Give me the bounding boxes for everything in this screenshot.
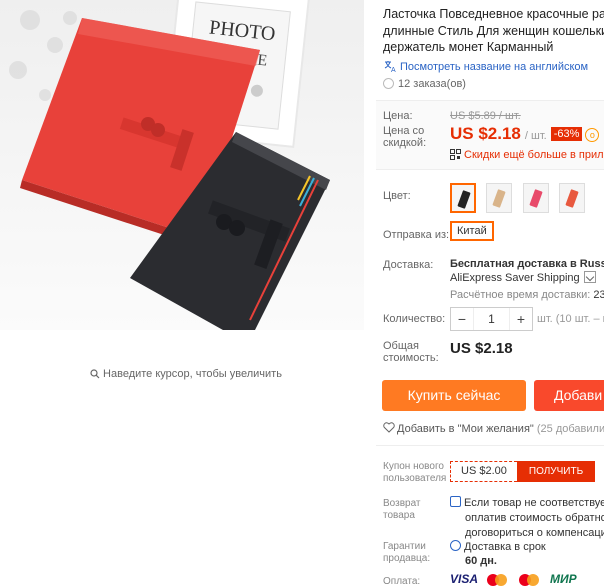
divider xyxy=(376,445,604,446)
clock-icon xyxy=(450,540,461,551)
quantity-available: шт. (10 шт. – м xyxy=(537,313,604,325)
title-line-1: Ласточка Повседневное красочные раз xyxy=(383,7,604,21)
delivery-info[interactable]: Бесплатная доставка в Russian AliExpress… xyxy=(450,257,604,285)
returns-info: Если товар не соответствует о оплатив ст… xyxy=(450,496,604,541)
color-swatch-beige[interactable] xyxy=(486,183,513,213)
product-info-panel: Ласточка Повседневное красочные раз длин… xyxy=(376,0,604,586)
quantity-plus-button[interactable]: + xyxy=(510,308,532,330)
buy-now-button[interactable]: Купить сейчас xyxy=(382,380,526,411)
guarantee-line-1: Доставка в срок xyxy=(464,541,546,553)
info-circle-icon[interactable]: o xyxy=(585,128,600,142)
discount-price: US $2.18/ шт. -63% o xyxy=(450,124,600,144)
add-to-wishlist[interactable]: Добавить в "Мои желания" (25 добавили) xyxy=(383,422,604,435)
translate-title-link[interactable]: A Посмотреть название на английском xyxy=(383,59,589,74)
mastercard-logo xyxy=(487,572,509,586)
visa-logo: VISA xyxy=(450,572,479,586)
coupon-value: US $2.00 xyxy=(450,461,517,482)
color-label: Цвет: xyxy=(383,190,411,202)
svg-text:A: A xyxy=(391,67,396,73)
ship-from-label: Отправка из: xyxy=(383,229,450,241)
translate-title-text: Посмотреть название на английском xyxy=(400,61,589,73)
delivery-time-label: Расчётное время доставки: xyxy=(450,289,591,301)
maestro-logo xyxy=(518,572,541,586)
title-line-2: длинные Стиль Для женщин кошельки xyxy=(383,23,604,38)
coupon-label: Купон нового пользователя xyxy=(383,461,447,484)
quantity-minus-button[interactable]: − xyxy=(451,308,473,330)
discount-price-label: Цена со скидкой: xyxy=(383,125,427,149)
returns-line-1: Если товар не соответствует о xyxy=(464,497,604,509)
quantity-label: Количество: xyxy=(383,313,446,325)
add-to-cart-button[interactable]: Добави xyxy=(534,380,604,411)
mir-logo: МИР xyxy=(550,572,577,586)
returns-line-2: оплатив стоимость обратной xyxy=(465,512,604,524)
total-label: Общая стоимость: xyxy=(383,340,439,364)
color-swatch-red[interactable] xyxy=(559,183,586,213)
translate-icon: A xyxy=(384,61,396,74)
discount-price-value: US $2.18 xyxy=(450,124,521,143)
quantity-input[interactable]: 1 xyxy=(473,308,510,330)
guarantee-label: Гарантии продавца: xyxy=(383,541,431,564)
heart-icon xyxy=(383,422,395,433)
delivery-time-value: 23-32 xyxy=(593,289,604,301)
payment-label: Оплата: xyxy=(383,576,421,586)
returns-line-3: договориться о компенсации xyxy=(465,527,604,539)
discount-badge: -63% xyxy=(550,127,583,141)
wishlist-text: Добавить в "Мои желания" xyxy=(397,423,534,435)
more-discount-text: Скидки ещё больше в прило xyxy=(464,149,604,161)
quantity-control: − 1 + шт. (10 шт. – м xyxy=(450,307,604,331)
return-box-icon xyxy=(450,496,461,507)
total-value: US $2.18 xyxy=(450,340,513,357)
color-swatches xyxy=(450,183,592,213)
zoom-hint: Наведите курсор, чтобы увеличить xyxy=(0,368,372,380)
wishlist-count: (25 добавили) xyxy=(536,423,604,435)
orders-icon xyxy=(383,78,394,89)
product-title: Ласточка Повседневное красочные раз длин… xyxy=(383,6,604,56)
swatch-wallet-pink xyxy=(529,189,543,208)
title-line-3: держатель монет Карманный xyxy=(383,40,554,54)
color-swatch-black[interactable] xyxy=(450,183,476,213)
color-swatch-pink[interactable] xyxy=(522,183,549,213)
quantity-stepper: − 1 + xyxy=(450,307,533,331)
new-user-coupon: US $2.00 ПОЛУЧИТЬ xyxy=(450,461,596,482)
price-label: Цена: xyxy=(383,110,413,122)
swatch-wallet-red xyxy=(565,189,579,208)
magnifier-icon xyxy=(90,369,100,379)
qr-code-icon xyxy=(450,149,461,160)
returns-label: Возврат товара xyxy=(383,498,421,521)
orders-text: 12 заказа(ов) xyxy=(398,78,466,90)
chevron-down-icon[interactable] xyxy=(583,271,596,283)
guarantee-info: Доставка в срок 60 дн. xyxy=(450,540,546,568)
zoom-hint-text: Наведите курсор, чтобы увеличить xyxy=(103,368,282,380)
delivery-line-1: Бесплатная доставка в Russian xyxy=(450,258,604,270)
price-unit: / шт. xyxy=(524,130,547,142)
payment-methods: VISA МИР xyxy=(450,572,583,586)
swatch-wallet-beige xyxy=(492,189,507,208)
delivery-line-2: AliExpress Saver Shipping xyxy=(450,272,580,284)
old-price: US $5.89 / шт. xyxy=(450,110,521,122)
product-photo: PHOTO FRAME xyxy=(0,0,364,330)
ship-from-option-china[interactable]: Китай xyxy=(450,221,494,241)
delivery-label: Доставка: xyxy=(383,259,434,271)
swatch-wallet-black xyxy=(457,190,471,209)
product-main-image[interactable]: PHOTO FRAME xyxy=(0,0,364,330)
guarantee-line-2: 60 дн. xyxy=(465,555,497,567)
get-coupon-button[interactable]: ПОЛУЧИТЬ xyxy=(516,461,596,482)
delivery-time: Расчётное время доставки: 23-32 xyxy=(450,289,604,301)
orders-count: 12 заказа(ов) xyxy=(383,78,466,90)
more-discount-link[interactable]: Скидки ещё больше в прило xyxy=(450,149,604,161)
